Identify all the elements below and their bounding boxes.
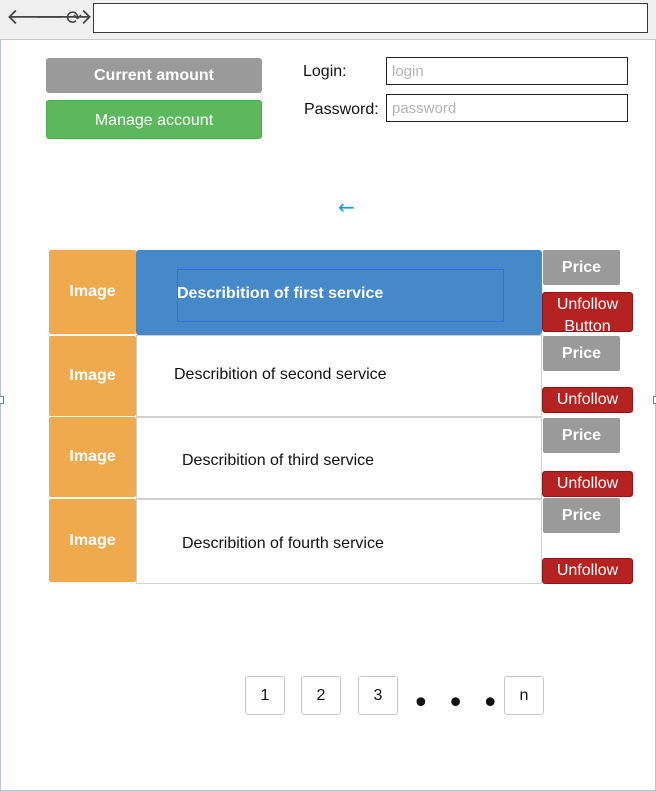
- login-label: Login:: [303, 63, 347, 80]
- unfollow-button[interactable]: Unfollow: [542, 558, 633, 584]
- price-button[interactable]: Price: [543, 418, 620, 453]
- service-description-row[interactable]: Describition of fourth service: [136, 499, 542, 584]
- manage-account-button[interactable]: Manage account: [46, 100, 262, 139]
- price-button[interactable]: Price: [543, 250, 620, 285]
- password-input[interactable]: [386, 94, 628, 122]
- page-button-2[interactable]: 2: [301, 676, 341, 715]
- resize-handle-left[interactable]: [0, 396, 4, 404]
- back-arrow-icon[interactable]: 🡐: [6, 6, 65, 30]
- page-button-1[interactable]: 1: [245, 676, 285, 715]
- password-label: Password:: [304, 101, 379, 118]
- unfollow-button[interactable]: Unfollow: [542, 471, 633, 497]
- service-description: Describition of third service: [182, 452, 375, 469]
- browser-toolbar: 🡐 🡒 ⟳: [0, 0, 656, 40]
- service-description: Describition of first service: [177, 285, 384, 302]
- price-button[interactable]: Price: [543, 498, 620, 533]
- unfollow-button[interactable]: Unfollow: [542, 387, 633, 413]
- arrow-left-icon[interactable]: ←: [338, 197, 364, 217]
- page-button-3[interactable]: 3: [358, 676, 398, 715]
- pagination-ellipsis: •••: [412, 686, 517, 721]
- address-bar[interactable]: [93, 3, 648, 33]
- login-input[interactable]: [386, 57, 628, 85]
- service-description: Describition of second service: [174, 366, 387, 383]
- current-amount-button[interactable]: Current amount: [46, 58, 262, 93]
- reload-icon[interactable]: ⟳: [62, 6, 86, 30]
- service-image: Image: [49, 336, 136, 416]
- service-description: Describition of fourth service: [182, 535, 384, 552]
- service-description-row[interactable]: Describition of third service: [136, 417, 542, 499]
- forward-arrow-icon[interactable]: 🡒: [34, 6, 93, 30]
- service-description-row[interactable]: Describition of second service: [136, 335, 542, 417]
- unfollow-button[interactable]: Unfollow Button: [542, 292, 633, 332]
- service-image: Image: [49, 417, 136, 497]
- service-image: Image: [49, 250, 136, 334]
- page-button-last[interactable]: n: [504, 676, 544, 715]
- price-button[interactable]: Price: [543, 336, 620, 371]
- service-image: Image: [49, 499, 136, 582]
- service-description-row[interactable]: Describition of first service: [136, 250, 542, 335]
